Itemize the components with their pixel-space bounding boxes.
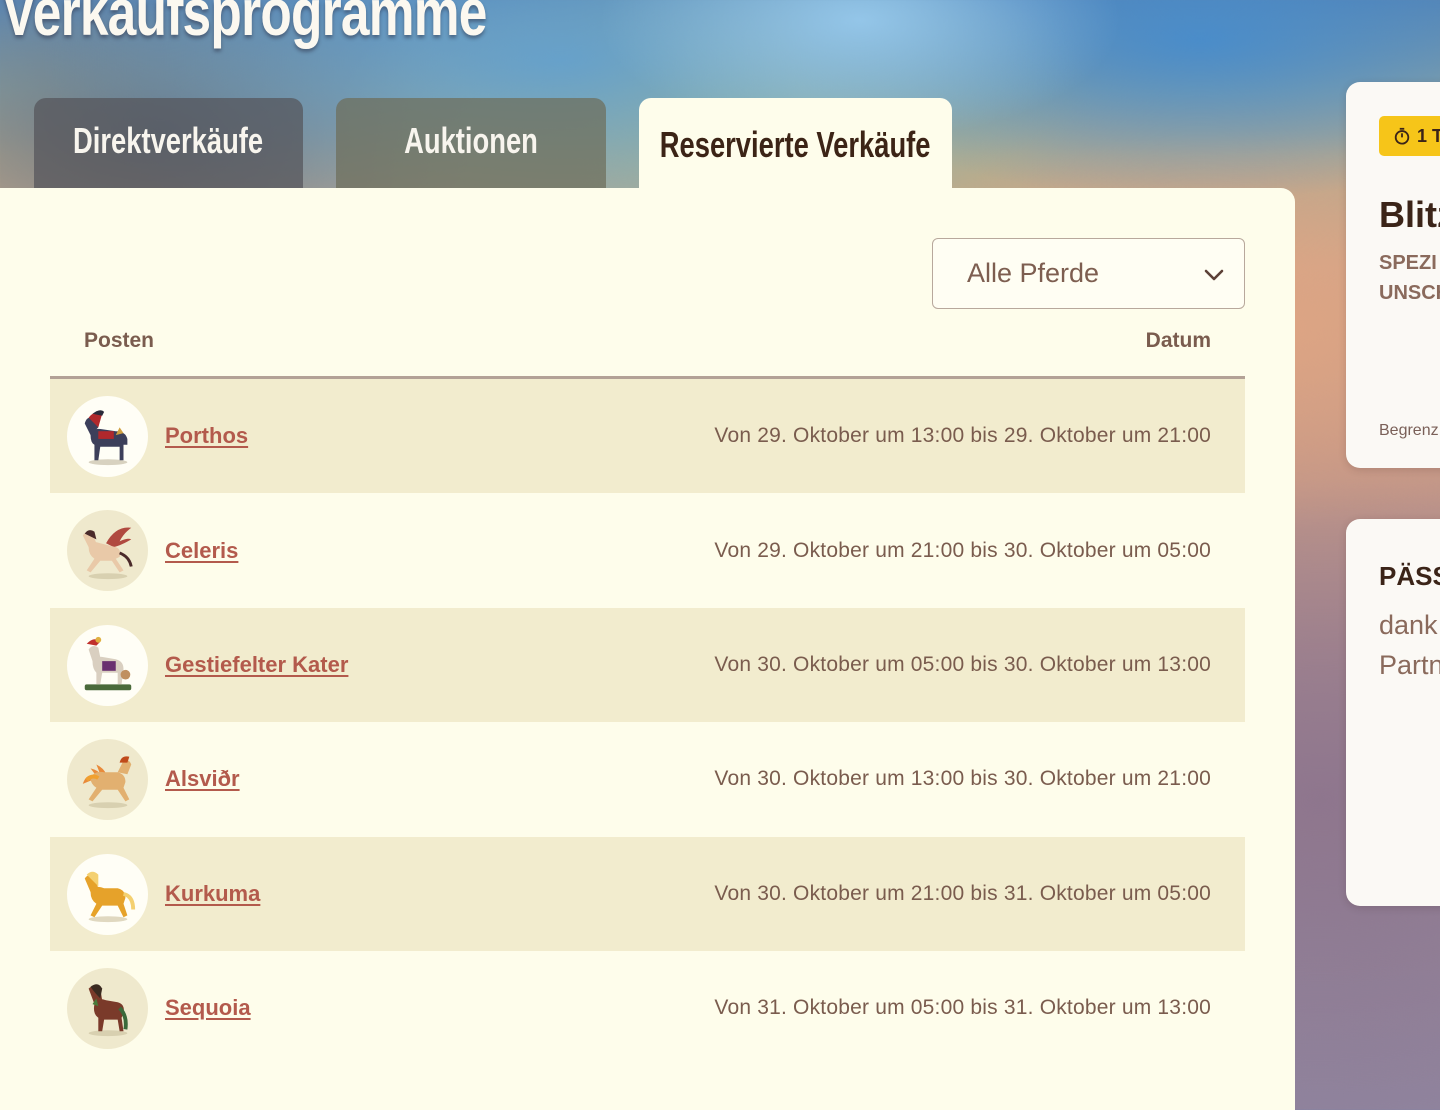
sale-date: Von 31. Oktober um 05:00 bis 31. Oktober… xyxy=(714,996,1211,1020)
table-row[interactable]: Celeris Von 29. Oktober um 21:00 bis 30.… xyxy=(50,493,1245,607)
horse-kurkuma-icon xyxy=(84,871,135,923)
flash-offer-card[interactable]: 1 T Blitz SPEZI UNSCH Begrenz xyxy=(1346,82,1440,468)
table-row[interactable]: Gestiefelter Kater Von 30. Oktober um 05… xyxy=(50,607,1245,723)
stopwatch-icon xyxy=(1394,127,1410,145)
pass-promo-card[interactable]: PÄSS dank Partn xyxy=(1346,519,1440,906)
horse-link-porthos[interactable]: Porthos xyxy=(165,423,248,449)
horse-thumbnail xyxy=(67,624,148,706)
pegasus-celeris-icon xyxy=(82,527,133,579)
table-row[interactable]: Kurkuma Von 30. Oktober um 21:00 bis 31.… xyxy=(50,836,1245,951)
tab-direktverkaeufe[interactable]: Direktverkäufe xyxy=(34,98,303,190)
horse-link-celeris[interactable]: Celeris xyxy=(165,538,238,564)
horse-thumbnail xyxy=(67,510,148,592)
horse-link-sequoia[interactable]: Sequoia xyxy=(165,995,251,1021)
column-header-posten: Posten xyxy=(84,329,155,352)
reserved-sales-panel: Alle Pferde Posten Datum Porthos Von 29.… xyxy=(0,188,1295,1110)
horse-thumbnail xyxy=(67,739,148,821)
table-row[interactable]: Sequoia Von 31. Oktober um 05:00 bis 31.… xyxy=(50,951,1245,1065)
horse-link-alsvidr[interactable]: Alsviðr xyxy=(165,766,240,792)
horse-porthos-icon xyxy=(84,409,127,465)
tab-auktionen[interactable]: Auktionen xyxy=(336,98,606,190)
chevron-down-icon xyxy=(1204,269,1224,281)
offer-title: Blitz xyxy=(1379,194,1440,235)
horse-thumbnail xyxy=(67,853,148,935)
tab-label: Direktverkäufe xyxy=(73,120,264,161)
tab-label: Reservierte Verkäufe xyxy=(660,124,931,165)
horse-filter-select[interactable]: Alle Pferde xyxy=(932,238,1245,309)
reserved-sales-list: Porthos Von 29. Oktober um 13:00 bis 29.… xyxy=(50,379,1245,1065)
offer-subtitle: SPEZI UNSCH xyxy=(1379,252,1440,304)
column-header-datum: Datum xyxy=(1145,329,1211,352)
horse-sequoia-icon xyxy=(88,984,128,1037)
horse-alsvidr-icon xyxy=(82,756,131,808)
sale-date: Von 29. Oktober um 13:00 bis 29. Oktober… xyxy=(714,424,1211,448)
timer-badge-text: 1 T xyxy=(1417,125,1440,146)
sale-date: Von 30. Oktober um 05:00 bis 30. Oktober… xyxy=(714,652,1211,676)
horse-gestiefelter-kater-icon xyxy=(84,637,131,691)
table-row[interactable]: Alsviðr Von 30. Oktober um 13:00 bis 30.… xyxy=(50,722,1245,836)
sale-date: Von 29. Oktober um 21:00 bis 30. Oktober… xyxy=(714,538,1211,562)
offer-footer: Begrenz xyxy=(1379,422,1439,439)
page-title: Verkaufsprogramme xyxy=(2,0,487,49)
sale-date: Von 30. Oktober um 21:00 bis 31. Oktober… xyxy=(714,881,1211,905)
horse-thumbnail xyxy=(67,967,148,1049)
promo-title: PÄSS xyxy=(1379,561,1440,591)
timer-badge: 1 T xyxy=(1379,116,1440,156)
filter-selected-value: Alle Pferde xyxy=(967,258,1100,288)
tab-label: Auktionen xyxy=(404,120,538,161)
promo-text: dank Partn xyxy=(1379,610,1440,680)
horse-thumbnail xyxy=(67,396,148,477)
tab-reservierte-verkaeufe[interactable]: Reservierte Verkäufe xyxy=(639,98,952,198)
sale-date: Von 30. Oktober um 13:00 bis 30. Oktober… xyxy=(714,767,1211,791)
table-row[interactable]: Porthos Von 29. Oktober um 13:00 bis 29.… xyxy=(50,379,1245,494)
horse-link-gestiefelter-kater[interactable]: Gestiefelter Kater xyxy=(165,652,348,678)
horse-link-kurkuma[interactable]: Kurkuma xyxy=(165,881,260,907)
